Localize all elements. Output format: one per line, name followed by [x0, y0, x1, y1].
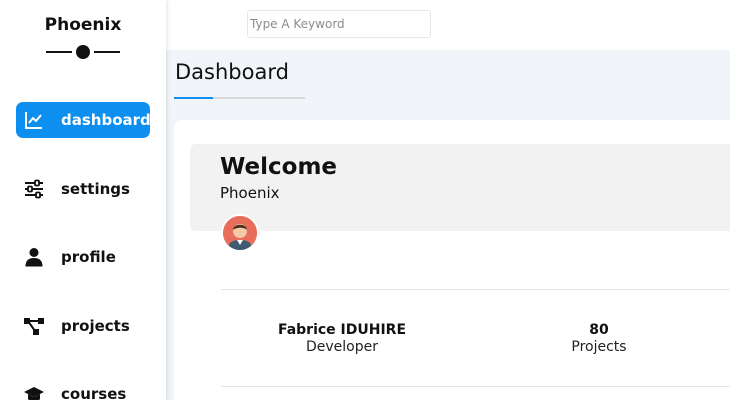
title-underline: [174, 97, 305, 99]
profile-role: Developer: [305, 339, 378, 355]
divider: [221, 386, 730, 387]
sidebar-item-label: dashboard: [61, 111, 151, 129]
page-title: Dashboard: [175, 60, 289, 84]
sidebar-item-label: profile: [61, 248, 116, 266]
sidebar-item-projects[interactable]: projects: [16, 308, 150, 344]
avatar: [221, 214, 259, 252]
sidebar-item-label: settings: [61, 180, 130, 198]
graduation-cap-icon: [24, 384, 44, 400]
sidebar-item-courses[interactable]: courses: [16, 376, 150, 400]
search-input[interactable]: [247, 10, 431, 38]
sidebar: Phoenix dashboard settings profile proje…: [0, 0, 166, 400]
projects-label: Projects: [571, 339, 627, 355]
projects-stat: 80 Projects: [549, 322, 649, 355]
sidebar-item-dashboard[interactable]: dashboard: [16, 102, 151, 138]
sidebar-item-settings[interactable]: settings: [16, 171, 150, 207]
welcome-box: Welcome Phoenix: [190, 144, 730, 231]
welcome-title: Welcome: [220, 154, 338, 180]
welcome-panel: Welcome Phoenix Fabrice IDUHIRE Develope…: [174, 120, 730, 400]
sidebar-item-label: courses: [61, 385, 127, 400]
user-icon: [24, 247, 44, 267]
brand-logo: [46, 45, 120, 59]
chart-line-icon: [24, 110, 44, 130]
sliders-icon: [24, 179, 44, 199]
welcome-subtitle: Phoenix: [220, 184, 280, 202]
sidebar-item-profile[interactable]: profile: [16, 239, 150, 275]
profile-name: Fabrice IDUHIRE: [277, 322, 407, 338]
projects-count: 80: [589, 322, 609, 338]
profile-name-stat: Fabrice IDUHIRE Developer: [244, 322, 440, 355]
project-diagram-icon: [24, 316, 44, 336]
divider: [221, 289, 730, 290]
brand-name: Phoenix: [44, 15, 122, 35]
sidebar-item-label: projects: [61, 317, 130, 335]
